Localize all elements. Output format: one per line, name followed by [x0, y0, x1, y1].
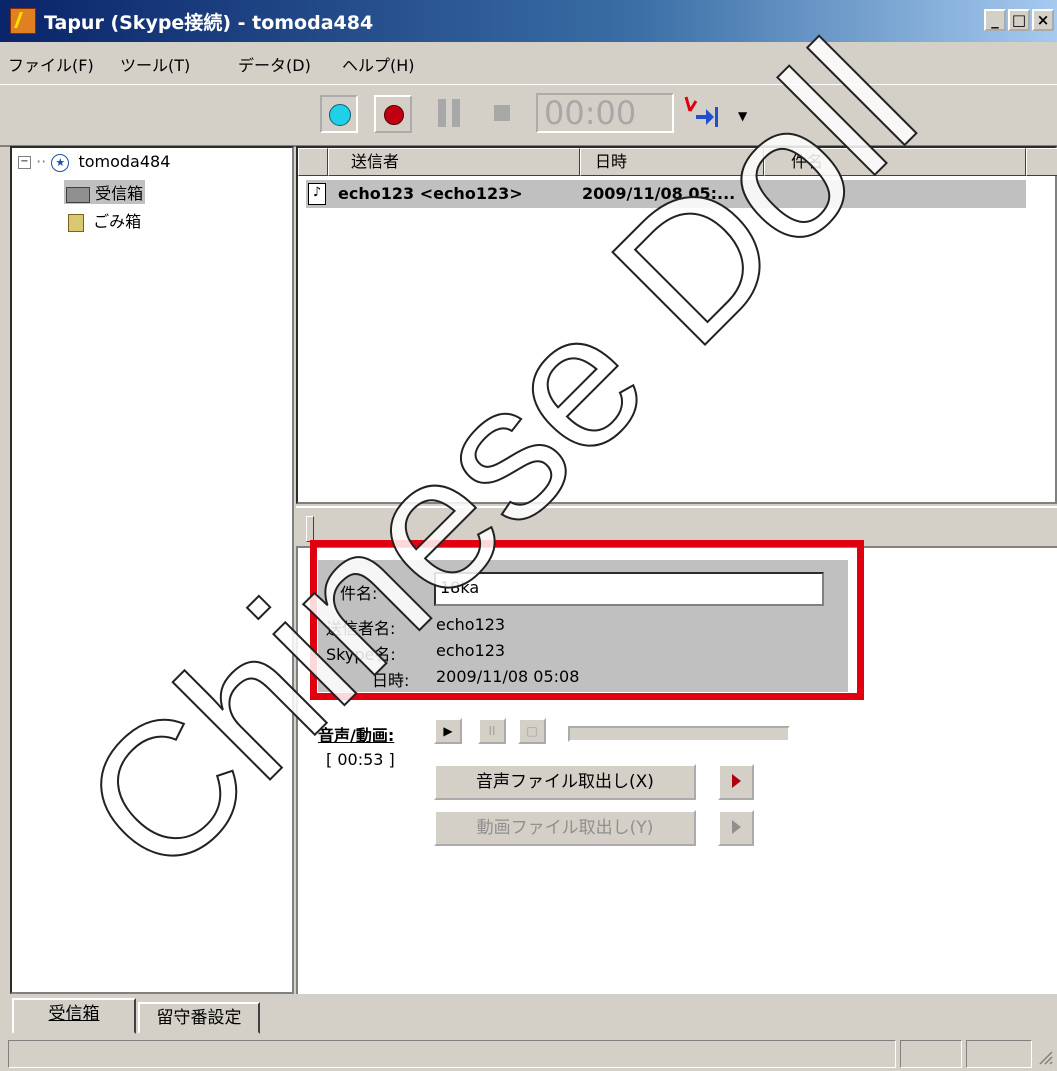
timer-display: 00:00: [536, 93, 674, 133]
column-header-sender[interactable]: 送信者: [328, 148, 580, 176]
message-list[interactable]: 送信者 日時 件名 ♪ echo123 <echo123> 2009/11/08…: [296, 146, 1057, 504]
tree-item-label: 受信箱: [95, 184, 144, 203]
tab-inbox[interactable]: 受信箱: [12, 998, 136, 1034]
record-icon: [384, 105, 404, 125]
voicemail-button[interactable]: [682, 95, 730, 133]
status-panel-3: [966, 1040, 1032, 1068]
column-header-extra[interactable]: [1026, 148, 1057, 176]
duration-text: [ 00:53 ]: [326, 750, 395, 769]
minimize-button[interactable]: _: [984, 9, 1006, 31]
maximize-button[interactable]: □: [1008, 9, 1030, 31]
date-value: 2009/11/08 05:08: [436, 667, 580, 686]
column-header-date[interactable]: 日時: [580, 148, 764, 176]
tab-bar: 受信箱 留守番設定: [0, 996, 1057, 1036]
row-datetime: 2009/11/08 05:...: [582, 184, 736, 203]
tab-voicemail-settings[interactable]: 留守番設定: [138, 1002, 260, 1034]
pause-icon: II: [488, 724, 496, 738]
resize-grip-icon[interactable]: [1036, 1046, 1054, 1066]
app-icon[interactable]: [10, 8, 36, 34]
menu-bar: ファイル(F) ツール(T) データ(D) ヘルプ(H): [0, 42, 1057, 82]
close-button[interactable]: ×: [1032, 9, 1054, 31]
menu-data[interactable]: データ(D): [238, 52, 311, 76]
pause-button[interactable]: [432, 95, 470, 133]
stop-icon: [494, 105, 510, 121]
triangle-right-icon: [732, 820, 741, 834]
title-bar[interactable]: Tapur (Skype接続) - tomoda484 _ □ ×: [0, 0, 1057, 42]
dropdown-arrow-icon[interactable]: ▼: [738, 109, 747, 123]
tree-item-label: ごみ箱: [93, 212, 142, 231]
status-panel-2: [900, 1040, 962, 1068]
extract-audio-button[interactable]: 音声ファイル取出し(X): [434, 764, 696, 800]
sender-label: 送信者名:: [326, 619, 396, 638]
user-icon: ★: [51, 153, 70, 172]
toolbar: 00:00 ▼: [0, 84, 1057, 147]
menu-help[interactable]: ヘルプ(H): [342, 52, 415, 76]
connect-icon: [329, 104, 351, 126]
stop-playback-button[interactable]: □: [518, 718, 546, 744]
status-panel-main: [8, 1040, 896, 1068]
tree-item-inbox[interactable]: 受信箱: [64, 180, 146, 204]
skype-value: echo123: [436, 641, 506, 660]
column-header-subject[interactable]: 件名: [764, 148, 1026, 176]
subject-field[interactable]: 18ka: [434, 572, 824, 606]
skype-label: Skype名:: [326, 645, 396, 664]
collapse-icon[interactable]: −: [18, 156, 31, 169]
row-sender: echo123 <echo123>: [338, 184, 523, 203]
subject-label: 件名:: [340, 584, 378, 603]
inbox-folder-icon: [66, 186, 90, 203]
menu-file[interactable]: ファイル(F): [8, 52, 94, 76]
status-bar: [0, 1036, 1057, 1071]
tree-root-label: tomoda484: [78, 152, 171, 171]
trash-icon: [68, 213, 84, 232]
stop-button[interactable]: [486, 95, 524, 133]
media-label: 音声/動画:: [318, 726, 395, 745]
table-row[interactable]: ♪ echo123 <echo123> 2009/11/08 05:...: [306, 180, 1026, 208]
audio-note-icon: ♪: [308, 183, 326, 205]
playback-progress-bar[interactable]: [568, 726, 790, 742]
stop-icon: □: [526, 724, 538, 738]
play-button[interactable]: ▶: [434, 718, 462, 744]
record-button[interactable]: [374, 95, 412, 133]
menu-tools[interactable]: ツール(T): [120, 52, 190, 76]
play-icon: ▶: [443, 724, 453, 738]
tree-item-trash[interactable]: ごみ箱: [64, 208, 141, 232]
triangle-right-icon: [732, 774, 741, 788]
voicemail-icon: [684, 96, 718, 127]
tree-root[interactable]: − ·· ★ tomoda484: [18, 152, 170, 172]
tab-label: 留守番設定: [156, 1008, 242, 1028]
pause-playback-button[interactable]: II: [478, 718, 506, 744]
window-title: Tapur (Skype接続) - tomoda484: [44, 12, 374, 34]
audio-menu-button[interactable]: [718, 764, 754, 800]
tab-label: 受信箱: [48, 1004, 100, 1024]
video-menu-button[interactable]: [718, 810, 754, 846]
column-header-icon[interactable]: [298, 148, 328, 176]
connect-button[interactable]: [320, 95, 358, 133]
sender-value: echo123: [436, 615, 506, 634]
date-label: 日時:: [372, 671, 410, 690]
extract-video-button[interactable]: 動画ファイル取出し(Y): [434, 810, 696, 846]
pause-icon: [438, 99, 446, 127]
folder-tree[interactable]: − ·· ★ tomoda484 受信箱 ごみ箱: [10, 146, 294, 994]
